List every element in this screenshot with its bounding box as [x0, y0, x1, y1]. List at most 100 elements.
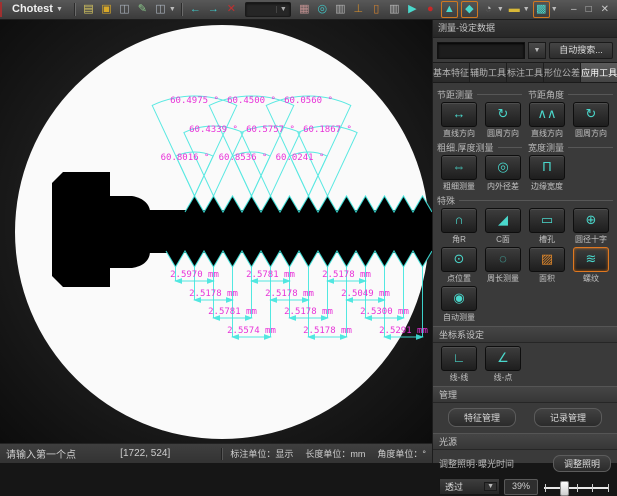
edge-tool-icon[interactable]: ▲	[441, 1, 458, 18]
forward-arrow-icon[interactable]: →	[206, 2, 221, 17]
edge-width-icon: Π	[529, 155, 565, 180]
group-title-special: 特殊	[437, 194, 613, 207]
maximize-button[interactable]: □	[586, 5, 592, 15]
display-menu-icon[interactable]: ▩	[533, 1, 550, 18]
pitch-linear-icon: ↔	[441, 102, 477, 127]
slider-tick	[577, 484, 578, 492]
new-document-icon[interactable]: ▤	[81, 2, 96, 17]
window-controls: – □ ✕	[571, 5, 613, 15]
ruler-icon[interactable]: ▯	[369, 2, 384, 17]
corner-r-icon: ∩	[441, 208, 477, 233]
pitch-circular-icon: ↻	[485, 102, 521, 127]
svg-text:60.0241 °: 60.0241 °	[276, 153, 325, 163]
pitch-angle-circular-icon: ↻	[573, 102, 609, 127]
svg-text:60.4500 °: 60.4500 °	[227, 96, 276, 106]
svg-text:2.5178 mm: 2.5178 mm	[322, 270, 371, 280]
tool-line-line[interactable]: ∟线-线	[437, 346, 481, 383]
grid-icon[interactable]: ▥	[333, 2, 348, 17]
length-unit: 长度单位：mm	[305, 447, 365, 460]
search-icon[interactable]: ◎	[315, 2, 330, 17]
adjust-lighting-button[interactable]: 调整照明	[553, 455, 611, 472]
panel-title: 测量-设定数据	[433, 20, 617, 38]
tool-corner-r[interactable]: ∩角R	[437, 208, 481, 245]
tool-pitch-angle-circular[interactable]: ↻圆周方向	[569, 102, 613, 139]
tool-slot-hole[interactable]: ▭槽孔	[525, 208, 569, 245]
search-row: ▼ 自动搜索...	[433, 38, 617, 62]
tool-perimeter[interactable]: ◌周长测量	[481, 247, 525, 284]
display-menu-caret-icon[interactable]: ▼	[551, 6, 558, 13]
svg-text:2.5178 mm: 2.5178 mm	[284, 307, 333, 317]
compass-menu-caret-icon[interactable]: ▼	[497, 6, 504, 13]
tab-application-tools[interactable]: 应用工具	[581, 63, 617, 82]
tool-edge-width[interactable]: Π边缘宽度	[525, 155, 569, 192]
feature-manage-button[interactable]: 特征管理	[448, 408, 516, 427]
feature-combobox-caret-icon[interactable]: ▼	[528, 42, 546, 59]
light-mode-combobox[interactable]: 透过 ▼	[439, 478, 500, 495]
lighting-menu-caret-icon[interactable]: ▼	[523, 6, 530, 13]
tool-pitch-angle-linear[interactable]: ∧∧直线方向	[525, 102, 569, 139]
auto-search-button[interactable]: 自动搜索...	[549, 42, 613, 59]
record-icon[interactable]: ●	[423, 2, 438, 17]
panel-tabs: 基本特征 辅助工具 标注工具 形位公差 应用工具	[433, 62, 617, 83]
thread-icon: ≋	[573, 247, 609, 272]
tab-geometric-tolerance[interactable]: 形位公差	[544, 63, 581, 82]
tool-c-face[interactable]: ◢C面	[481, 208, 525, 245]
svg-text:2.5178 mm: 2.5178 mm	[189, 289, 238, 299]
save-as-caret-icon[interactable]: ▼	[169, 6, 176, 13]
compass-menu-icon[interactable]: ◔	[481, 2, 496, 17]
accent-stripe	[0, 2, 2, 17]
tool-circle-cross[interactable]: ⊕圆径十字	[569, 208, 613, 245]
slider-thumb[interactable]	[560, 481, 569, 496]
save-icon[interactable]: ◫	[117, 2, 132, 17]
play-icon[interactable]: ▶	[405, 2, 420, 17]
camera-viewport[interactable]: 60.4975 ° 60.4500 ° 60.0560 ° 60.4339 ° …	[0, 20, 432, 443]
back-arrow-icon[interactable]: ←	[188, 2, 203, 17]
tab-auxiliary-tools[interactable]: 辅助工具	[470, 63, 507, 82]
tool-thickness-measure[interactable]: ⇔粗细测量	[437, 155, 481, 192]
zoom-combobox[interactable]: ▼	[245, 2, 291, 17]
tool-pitch-circular[interactable]: ↻圆周方向	[481, 102, 525, 139]
open-project-icon[interactable]: ▣	[99, 2, 114, 17]
area-icon: ▨	[529, 247, 565, 272]
tool-inner-outer-diameter[interactable]: ◎内外径差	[481, 155, 525, 192]
tab-annotation-tools[interactable]: 标注工具	[507, 63, 544, 82]
light-mode-value: 透过	[445, 480, 463, 493]
svg-text:2.5300 mm: 2.5300 mm	[360, 307, 409, 317]
app-menu-button[interactable]: Chotest ▼	[4, 2, 69, 17]
svg-text:2.5574 mm: 2.5574 mm	[227, 326, 276, 336]
report-edit-icon[interactable]: ✎	[135, 2, 150, 17]
slider-tick	[608, 484, 609, 492]
close-button[interactable]: ✕	[601, 5, 609, 15]
tool-auto-measure[interactable]: ◉自动测量	[437, 286, 481, 323]
tool-pitch-linear[interactable]: ↔直线方向	[437, 102, 481, 139]
status-prompt: 请输入第一个点	[6, 446, 76, 461]
height-measure-icon[interactable]: ⊥	[351, 2, 366, 17]
status-divider	[221, 448, 223, 460]
svg-text:2.5781 mm: 2.5781 mm	[246, 270, 295, 280]
stage-icon[interactable]: ▥	[387, 2, 402, 17]
svg-text:60.8536 °: 60.8536 °	[219, 153, 268, 163]
lighting-menu-icon[interactable]: ▬	[507, 2, 522, 17]
thickness-measure-icon: ⇔	[441, 155, 477, 180]
tool-thread[interactable]: ≋螺纹	[569, 247, 613, 284]
measurement-overlay: 60.4975 ° 60.4500 ° 60.0560 ° 60.4339 ° …	[0, 20, 432, 443]
chevron-down-icon: ▼	[484, 482, 497, 491]
minimize-button[interactable]: –	[571, 5, 577, 15]
svg-text:60.4339 °: 60.4339 °	[189, 125, 238, 135]
group-title-pitch-angle: 节距角度	[528, 88, 613, 101]
capture-icon[interactable]: ▦	[297, 2, 312, 17]
tool-point-position[interactable]: ⊙点位置	[437, 247, 481, 284]
light-intensity-slider[interactable]	[542, 479, 611, 495]
tool-area[interactable]: ▨面积	[525, 247, 569, 284]
delete-icon[interactable]: ✕	[224, 2, 239, 17]
tab-basic-features[interactable]: 基本特征	[433, 63, 470, 82]
annotation-unit: 标注单位：显示	[230, 447, 293, 460]
point-position-icon: ⊙	[441, 247, 477, 272]
tool-line-point[interactable]: ∠线-点	[481, 346, 525, 383]
c-face-icon: ◢	[485, 208, 521, 233]
svg-text:60.4975 °: 60.4975 °	[170, 96, 219, 106]
feature-combobox[interactable]	[437, 42, 525, 59]
record-manage-button[interactable]: 记录管理	[534, 408, 602, 427]
save-as-icon[interactable]: ◫	[153, 2, 168, 17]
focus-tool-icon[interactable]: ◆	[461, 1, 478, 18]
